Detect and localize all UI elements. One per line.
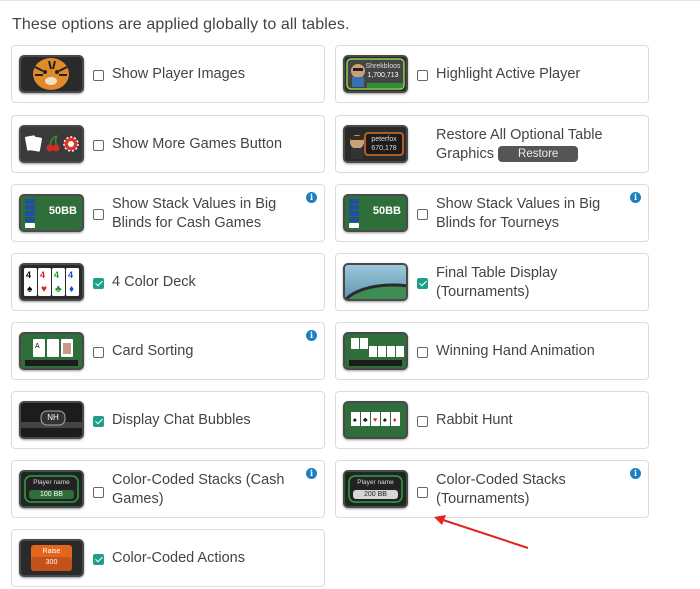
stack-bb-cash-checkbox[interactable] bbox=[93, 209, 104, 220]
chip-stack-icon bbox=[25, 199, 35, 228]
active-player-chips: 1,700,713 bbox=[367, 72, 399, 79]
svg-text:♣: ♣ bbox=[55, 284, 62, 295]
rabbit-hunt-thumbnail: ♠ ♣ ♥ ♠ ♦ bbox=[343, 401, 408, 439]
stack-50bb-thumbnail: 50BB bbox=[19, 194, 84, 232]
option-label: Color-Coded Stacks (Cash Games) bbox=[112, 472, 285, 507]
info-icon[interactable]: i bbox=[630, 468, 641, 479]
option-card-sorting[interactable]: A Card Sorting i bbox=[11, 322, 325, 380]
color-stacks-tournaments-checkbox[interactable] bbox=[417, 487, 428, 498]
color-stacks-cash-checkbox[interactable] bbox=[93, 487, 104, 498]
option-color-coded-actions[interactable]: Raise 300 Color-Coded Actions bbox=[11, 529, 325, 587]
highlight-active-player-checkbox[interactable] bbox=[417, 70, 428, 81]
stack-value: 200 BB bbox=[364, 491, 387, 498]
stack-bb-value: 50BB bbox=[48, 205, 77, 217]
svg-text:♠: ♠ bbox=[27, 284, 33, 295]
option-label: Card Sorting bbox=[112, 343, 194, 359]
winning-hand-checkbox[interactable] bbox=[417, 347, 428, 358]
chat-bubbles-checkbox[interactable] bbox=[93, 416, 104, 427]
svg-text:4: 4 bbox=[40, 270, 45, 280]
stack-player-name: Player name bbox=[357, 479, 394, 486]
peterfox-name: peterfox bbox=[371, 136, 397, 143]
svg-text:♦: ♦ bbox=[393, 417, 397, 424]
svg-text:A: A bbox=[35, 343, 40, 350]
option-show-player-images[interactable]: Show Player Images bbox=[11, 45, 325, 103]
active-player-thumbnail: Shrekbloos 1,700,713 bbox=[343, 55, 408, 93]
color-stack-thumbnail: Player name 100 BB bbox=[19, 470, 84, 508]
option-label: Show Stack Values in Big Blinds for Tour… bbox=[436, 196, 601, 231]
option-stack-bb-tourneys[interactable]: 50BB Show Stack Values in Big Blinds for… bbox=[335, 184, 649, 242]
svg-text:4: 4 bbox=[68, 270, 73, 280]
top-divider bbox=[0, 0, 700, 1]
restore-button[interactable]: Restore bbox=[498, 146, 579, 162]
svg-text:♠: ♠ bbox=[353, 417, 357, 424]
info-icon[interactable]: i bbox=[306, 192, 317, 203]
option-label: Winning Hand Animation bbox=[436, 343, 595, 359]
option-restore-table-graphics: peterfox 670,178 Restore All Optional Ta… bbox=[335, 115, 649, 173]
games-icons-thumbnail bbox=[19, 125, 84, 163]
raise-action-value: 300 bbox=[45, 559, 58, 566]
final-table-thumbnail bbox=[343, 263, 408, 301]
option-label: Show Player Images bbox=[112, 66, 245, 82]
show-more-games-checkbox[interactable] bbox=[93, 140, 104, 151]
option-winning-hand-animation[interactable]: Winning Hand Animation bbox=[335, 322, 649, 380]
info-icon[interactable]: i bbox=[306, 330, 317, 341]
color-coded-actions-checkbox[interactable] bbox=[93, 554, 104, 565]
option-rabbit-hunt[interactable]: ♠ ♣ ♥ ♠ ♦ Rabbit Hunt bbox=[335, 391, 649, 449]
option-label: Rabbit Hunt bbox=[436, 412, 513, 428]
active-player-name: Shrekbloos bbox=[365, 63, 401, 70]
chat-bubble-thumbnail: NH bbox=[19, 401, 84, 439]
winning-hand-thumbnail bbox=[343, 332, 408, 370]
rabbit-hunt-checkbox[interactable] bbox=[417, 416, 428, 427]
stack-50bb-thumbnail: 50BB bbox=[343, 194, 408, 232]
option-label: 4 Color Deck bbox=[112, 274, 196, 290]
four-color-deck-checkbox[interactable] bbox=[93, 278, 104, 289]
card-sorting-thumbnail: A bbox=[19, 332, 84, 370]
show-player-images-checkbox[interactable] bbox=[93, 70, 104, 81]
final-table-checkbox[interactable] bbox=[417, 278, 428, 289]
svg-text:♠: ♠ bbox=[383, 417, 387, 424]
svg-text:4: 4 bbox=[26, 270, 31, 280]
option-final-table-display[interactable]: Final Table Display (Tournaments) bbox=[335, 253, 649, 311]
option-label: Show More Games Button bbox=[112, 136, 283, 152]
option-label: Color-Coded Stacks (Tournaments) bbox=[436, 472, 566, 507]
raise-action-label: Raise bbox=[42, 548, 61, 555]
red-arrow-annotation bbox=[434, 515, 529, 549]
four-color-cards-thumbnail: 4 4 4 4 ♠ ♥ ♣ ♦ bbox=[19, 263, 84, 301]
svg-text:♣: ♣ bbox=[363, 417, 368, 424]
option-label: Display Chat Bubbles bbox=[112, 412, 251, 428]
raise-action-thumbnail: Raise 300 bbox=[19, 539, 84, 577]
info-icon[interactable]: i bbox=[630, 192, 641, 203]
option-label: Color-Coded Actions bbox=[112, 550, 245, 566]
option-show-more-games-button[interactable]: Show More Games Button bbox=[11, 115, 325, 173]
option-color-coded-stacks-cash[interactable]: Player name 100 BB Color-Coded Stacks (C… bbox=[11, 460, 325, 518]
tiger-avatar-thumbnail bbox=[19, 55, 84, 93]
restore-label-wrap: Restore All Optional Table Graphics Resto… bbox=[436, 126, 636, 164]
stack-player-name: Player name bbox=[33, 479, 70, 486]
chat-bubble-text: NH bbox=[47, 413, 59, 422]
stack-value: 100 BB bbox=[40, 491, 63, 498]
stack-bb-tourneys-checkbox[interactable] bbox=[417, 209, 428, 220]
svg-text:♥: ♥ bbox=[41, 284, 47, 295]
info-icon[interactable]: i bbox=[306, 468, 317, 479]
option-label: Show Stack Values in Big Blinds for Cash… bbox=[112, 196, 277, 231]
option-display-chat-bubbles[interactable]: NH Display Chat Bubbles bbox=[11, 391, 325, 449]
option-stack-bb-cash[interactable]: 50BB Show Stack Values in Big Blinds for… bbox=[11, 184, 325, 242]
option-highlight-active-player[interactable]: Shrekbloos 1,700,713 Highlight Active Pl… bbox=[335, 45, 649, 103]
peterfox-chips: 670,178 bbox=[371, 145, 397, 152]
option-label: Highlight Active Player bbox=[436, 66, 581, 82]
player-peterfox-thumbnail: peterfox 670,178 bbox=[343, 125, 408, 163]
card-sorting-checkbox[interactable] bbox=[93, 347, 104, 358]
option-four-color-deck[interactable]: 4 4 4 4 ♠ ♥ ♣ ♦ 4 Color Deck bbox=[11, 253, 325, 311]
stack-bb-value: 50BB bbox=[372, 205, 401, 217]
svg-text:♦: ♦ bbox=[69, 284, 74, 295]
page-description: These options are applied globally to al… bbox=[12, 16, 350, 33]
svg-text:4: 4 bbox=[54, 270, 59, 280]
option-label: Final Table Display (Tournaments) bbox=[436, 265, 558, 300]
svg-text:♥: ♥ bbox=[373, 417, 377, 424]
chip-stack-icon bbox=[349, 199, 359, 228]
color-stack-silver-thumbnail: Player name 200 BB bbox=[343, 470, 408, 508]
